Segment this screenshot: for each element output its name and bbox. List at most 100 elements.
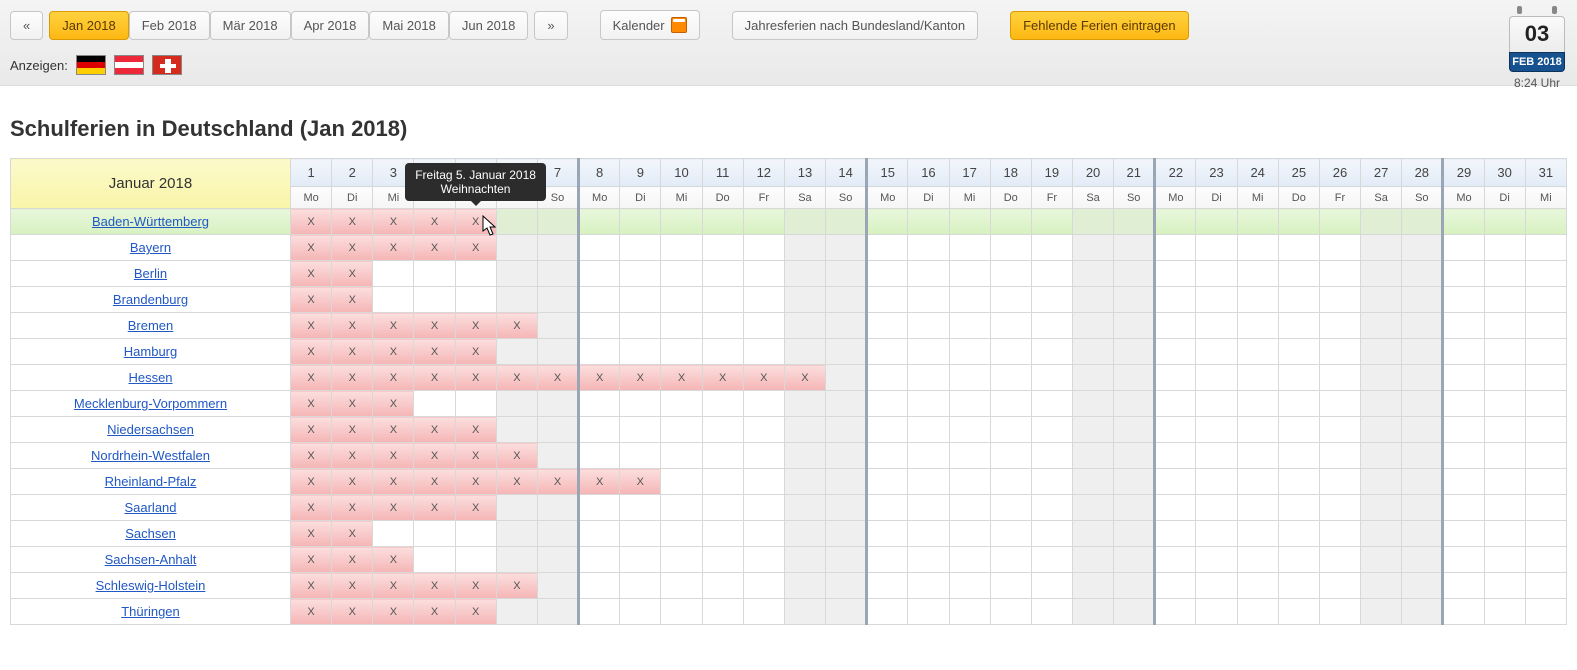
day-cell[interactable] [1484, 521, 1525, 547]
day-cell[interactable] [1114, 469, 1155, 495]
day-cell[interactable] [867, 209, 908, 235]
day-cell[interactable] [1319, 495, 1360, 521]
day-cell[interactable] [1525, 469, 1566, 495]
day-cell[interactable] [1031, 443, 1072, 469]
day-cell[interactable] [1443, 313, 1484, 339]
day-cell[interactable] [1114, 261, 1155, 287]
day-cell[interactable] [1278, 599, 1319, 625]
day-cell[interactable] [579, 573, 620, 599]
day-cell[interactable]: X [784, 365, 825, 391]
day-cell[interactable] [1443, 417, 1484, 443]
day-cell[interactable] [1402, 339, 1443, 365]
day-cell[interactable] [908, 261, 949, 287]
state-link[interactable]: Nordrhein-Westfalen [91, 448, 210, 463]
day-cell[interactable] [867, 599, 908, 625]
day-cell[interactable] [990, 599, 1031, 625]
day-cell[interactable] [1484, 573, 1525, 599]
day-cell[interactable] [1525, 235, 1566, 261]
flag-germany[interactable] [76, 55, 106, 75]
day-cell[interactable] [537, 547, 578, 573]
day-cell[interactable] [1443, 469, 1484, 495]
day-cell[interactable] [1072, 573, 1113, 599]
day-cell[interactable] [1443, 495, 1484, 521]
day-cell[interactable] [949, 261, 990, 287]
month-button[interactable]: Mai 2018 [369, 11, 448, 40]
day-cell[interactable] [702, 391, 743, 417]
day-cell[interactable]: X [332, 443, 373, 469]
day-cell[interactable] [867, 339, 908, 365]
day-cell[interactable] [620, 521, 661, 547]
day-cell[interactable] [661, 599, 702, 625]
day-cell[interactable]: X [661, 365, 702, 391]
day-cell[interactable] [743, 235, 784, 261]
month-button[interactable]: Mär 2018 [210, 11, 291, 40]
day-cell[interactable] [1237, 599, 1278, 625]
day-cell[interactable]: X [455, 313, 496, 339]
day-cell[interactable] [908, 235, 949, 261]
day-cell[interactable] [537, 495, 578, 521]
day-cell[interactable] [1196, 521, 1237, 547]
day-cell[interactable] [784, 417, 825, 443]
day-cell[interactable] [1525, 261, 1566, 287]
day-cell[interactable] [990, 469, 1031, 495]
day-cell[interactable] [1031, 287, 1072, 313]
day-cell[interactable]: X [291, 339, 332, 365]
day-cell[interactable] [1237, 391, 1278, 417]
day-cell[interactable] [1155, 261, 1196, 287]
day-cell[interactable] [1237, 521, 1278, 547]
day-cell[interactable] [1072, 521, 1113, 547]
day-cell[interactable]: X [414, 339, 455, 365]
day-cell[interactable] [1319, 443, 1360, 469]
day-cell[interactable] [702, 261, 743, 287]
day-cell[interactable] [743, 599, 784, 625]
day-cell[interactable] [620, 547, 661, 573]
day-cell[interactable] [702, 313, 743, 339]
day-cell[interactable]: X [373, 313, 414, 339]
day-cell[interactable] [1196, 261, 1237, 287]
day-cell[interactable] [537, 209, 578, 235]
day-cell[interactable] [990, 313, 1031, 339]
day-cell[interactable] [1361, 469, 1402, 495]
day-cell[interactable]: X [332, 521, 373, 547]
day-cell[interactable] [1196, 365, 1237, 391]
day-cell[interactable] [1237, 339, 1278, 365]
day-cell[interactable] [1114, 417, 1155, 443]
day-cell[interactable]: X [332, 599, 373, 625]
day-cell[interactable] [1196, 417, 1237, 443]
day-cell[interactable] [1484, 235, 1525, 261]
day-cell[interactable] [414, 261, 455, 287]
day-cell[interactable] [1155, 339, 1196, 365]
day-cell[interactable] [496, 261, 537, 287]
day-cell[interactable] [743, 209, 784, 235]
day-cell[interactable] [1402, 547, 1443, 573]
day-cell[interactable] [990, 339, 1031, 365]
day-cell[interactable] [784, 443, 825, 469]
day-cell[interactable] [990, 417, 1031, 443]
day-cell[interactable]: X [291, 521, 332, 547]
day-cell[interactable] [1031, 521, 1072, 547]
day-cell[interactable] [826, 521, 867, 547]
day-cell[interactable] [620, 261, 661, 287]
day-cell[interactable] [867, 443, 908, 469]
day-cell[interactable] [1278, 235, 1319, 261]
day-cell[interactable] [826, 287, 867, 313]
day-cell[interactable] [1114, 573, 1155, 599]
day-cell[interactable] [743, 547, 784, 573]
day-cell[interactable] [990, 573, 1031, 599]
day-cell[interactable] [990, 495, 1031, 521]
day-cell[interactable] [1072, 469, 1113, 495]
state-link[interactable]: Hamburg [124, 344, 177, 359]
day-cell[interactable] [1525, 573, 1566, 599]
day-cell[interactable] [990, 209, 1031, 235]
day-cell[interactable] [1278, 417, 1319, 443]
day-cell[interactable] [661, 313, 702, 339]
day-cell[interactable] [1031, 313, 1072, 339]
day-cell[interactable] [1072, 261, 1113, 287]
day-cell[interactable]: X [414, 495, 455, 521]
day-cell[interactable] [826, 417, 867, 443]
day-cell[interactable] [1402, 495, 1443, 521]
day-cell[interactable] [784, 261, 825, 287]
day-cell[interactable] [949, 365, 990, 391]
day-cell[interactable] [867, 391, 908, 417]
day-cell[interactable]: X [455, 365, 496, 391]
